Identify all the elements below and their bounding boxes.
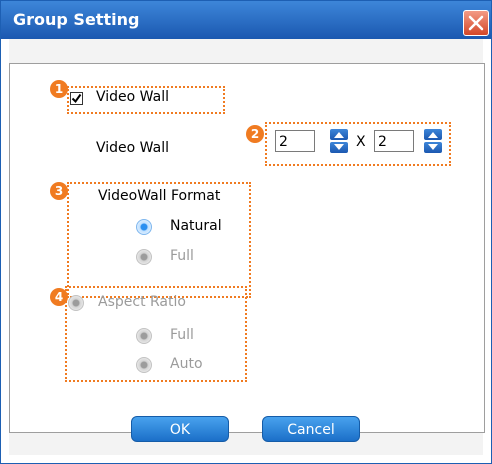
- title-bar: Group Setting: [1, 1, 491, 39]
- ok-button[interactable]: OK: [131, 416, 229, 442]
- format-full-radio: [136, 249, 152, 265]
- aspect-ratio-title: Aspect Ratio: [98, 294, 186, 310]
- arrow-down-icon: [428, 144, 438, 150]
- arrow-down-icon: [334, 144, 344, 150]
- callout-badge-1: 1: [50, 80, 68, 98]
- dialog-body: 1 Video Wall Video Wall 2 2 X 2 3 VideoW…: [9, 39, 485, 455]
- size-separator: X: [356, 134, 366, 150]
- columns-down-button[interactable]: [330, 142, 348, 153]
- callout-badge-4: 4: [50, 288, 68, 306]
- close-button[interactable]: [463, 10, 489, 36]
- format-natural-label: Natural: [170, 218, 222, 234]
- arrow-up-icon: [334, 132, 344, 138]
- video-wall-checkbox[interactable]: [70, 92, 83, 105]
- aspect-auto-radio: [136, 357, 152, 373]
- arrow-up-icon: [428, 132, 438, 138]
- videowall-format-title: VideoWall Format: [98, 188, 221, 204]
- check-icon: [71, 93, 82, 104]
- video-wall-checkbox-label: Video Wall: [96, 89, 169, 105]
- aspect-full-label: Full: [170, 327, 194, 343]
- columns-up-button[interactable]: [330, 129, 348, 140]
- callout-badge-3: 3: [50, 182, 68, 200]
- aspect-auto-label: Auto: [170, 356, 203, 372]
- aspect-ratio-toggle: [68, 295, 84, 311]
- rows-up-button[interactable]: [424, 129, 442, 140]
- callout-badge-2: 2: [246, 125, 264, 143]
- video-wall-size-label: Video Wall: [96, 140, 169, 156]
- settings-panel: 1 Video Wall Video Wall 2 2 X 2 3 VideoW…: [9, 63, 485, 433]
- format-natural-radio[interactable]: [136, 219, 152, 235]
- aspect-full-radio: [136, 328, 152, 344]
- group-setting-dialog: Group Setting 1 Video Wall Video Wall 2 …: [0, 0, 492, 464]
- close-icon: [468, 15, 484, 31]
- cancel-button[interactable]: Cancel: [262, 416, 360, 442]
- format-full-label: Full: [170, 248, 194, 264]
- columns-input[interactable]: 2: [275, 130, 315, 152]
- dialog-title: Group Setting: [13, 10, 140, 29]
- rows-input[interactable]: 2: [374, 130, 414, 152]
- rows-down-button[interactable]: [424, 142, 442, 153]
